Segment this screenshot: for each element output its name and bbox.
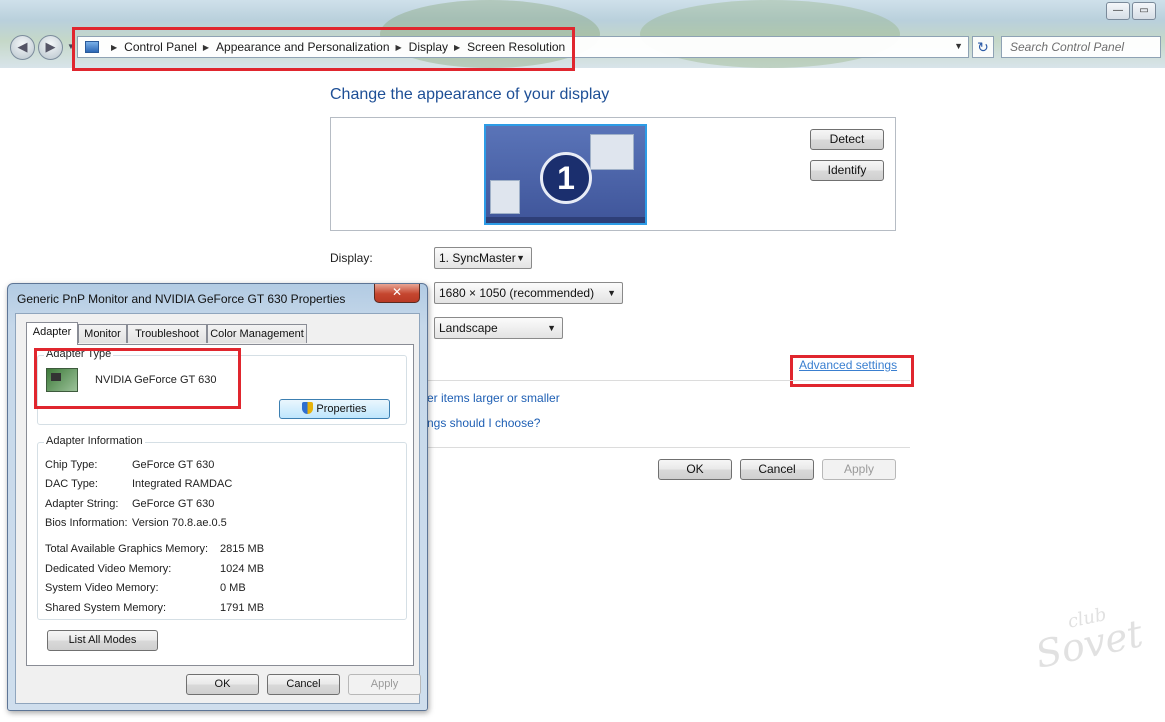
memory-label: Total Available Graphics Memory:: [45, 543, 209, 555]
window-thumbnail: [490, 180, 520, 214]
uac-shield-icon: [302, 402, 314, 414]
breadcrumb-appearance[interactable]: Appearance and Personalization: [216, 40, 389, 54]
forward-arrow-icon: ▶: [45, 39, 56, 54]
tab-color-management[interactable]: Color Management: [207, 324, 307, 343]
adapter-info-title: Adapter Information: [44, 435, 145, 447]
memory-value: 2815 MB: [220, 543, 265, 555]
what-settings-link[interactable]: ngs should I choose?: [427, 416, 540, 430]
info-value: GeForce GT 630: [132, 498, 215, 510]
tab-troubleshoot[interactable]: Troubleshoot: [127, 324, 207, 343]
dialog-cancel-button[interactable]: Cancel: [267, 674, 340, 695]
display-label: Display:: [330, 251, 373, 265]
chevron-down-icon: ▼: [607, 288, 616, 298]
resolution-select-value: 1680 × 1050 (recommended): [439, 286, 595, 300]
breadcrumb: ▶ Control Panel ▶ Appearance and Persona…: [105, 40, 565, 54]
divider: [420, 380, 910, 381]
memory-value: 1024 MB: [220, 563, 265, 575]
monitor-number: 1: [540, 152, 592, 204]
resolution-select[interactable]: 1680 × 1050 (recommended) ▼: [434, 282, 623, 304]
dialog-ok-button[interactable]: OK: [186, 674, 259, 695]
ok-button[interactable]: OK: [658, 459, 732, 480]
orientation-select-value: Landscape: [439, 321, 498, 335]
dialog-close-button[interactable]: ✕: [374, 284, 420, 303]
cancel-button[interactable]: Cancel: [740, 459, 814, 480]
adapter-tab-page: Adapter Type NVIDIA GeForce GT 630 Prope…: [26, 344, 414, 666]
chevron-down-icon: ▼: [547, 323, 556, 333]
chevron-down-icon: ▼: [516, 253, 525, 263]
chevron-right-icon: ▶: [454, 42, 461, 52]
properties-button[interactable]: Properties: [279, 399, 390, 419]
watermark-logo: club Sovet: [1032, 604, 1147, 677]
dialog-body: Adapter Monitor Troubleshoot Color Manag…: [15, 313, 421, 704]
memory-label: Dedicated Video Memory:: [45, 563, 172, 575]
refresh-icon: ↻: [977, 39, 989, 55]
search-input[interactable]: Search Control Panel: [1001, 36, 1161, 58]
dialog-title: Generic PnP Monitor and NVIDIA GeForce G…: [17, 292, 346, 306]
minimize-button[interactable]: —: [1106, 2, 1130, 20]
maximize-button[interactable]: ▭: [1132, 2, 1156, 20]
divider: [420, 447, 910, 448]
display-select[interactable]: 1. SyncMaster ▼: [434, 247, 532, 269]
recent-pages-dropdown[interactable]: ▼: [67, 42, 75, 51]
orientation-select[interactable]: Landscape ▼: [434, 317, 563, 339]
graphics-card-icon: [46, 368, 78, 392]
adapter-name: NVIDIA GeForce GT 630: [95, 374, 217, 386]
control-panel-icon: [85, 41, 99, 53]
monitor-taskbar: [486, 217, 645, 223]
memory-label: System Video Memory:: [45, 582, 159, 594]
adapter-type-title: Adapter Type: [44, 348, 114, 360]
info-label: Chip Type:: [45, 459, 98, 471]
adapter-type-group: Adapter Type NVIDIA GeForce GT 630 Prope…: [37, 348, 407, 425]
tab-monitor[interactable]: Monitor: [78, 324, 127, 343]
list-all-modes-button[interactable]: List All Modes: [47, 630, 158, 651]
back-arrow-icon: ◀: [17, 39, 28, 54]
dialog-apply-button[interactable]: Apply: [348, 674, 421, 695]
back-button[interactable]: ◀: [10, 35, 35, 60]
window-thumbnail: [590, 134, 634, 170]
breadcrumb-display[interactable]: Display: [409, 40, 448, 54]
info-value: Integrated RAMDAC: [132, 478, 233, 490]
identify-button[interactable]: Identify: [810, 160, 884, 181]
make-items-larger-link[interactable]: er items larger or smaller: [427, 391, 560, 405]
tab-adapter[interactable]: Adapter: [26, 322, 78, 345]
apply-button[interactable]: Apply: [822, 459, 896, 480]
chevron-right-icon: ▶: [202, 42, 210, 52]
info-value: GeForce GT 630: [132, 459, 215, 471]
monitor-1-thumbnail[interactable]: 1: [484, 124, 647, 225]
display-select-value: 1. SyncMaster: [439, 251, 516, 265]
adapter-information-group: Adapter Information Chip Type: GeForce G…: [37, 435, 407, 620]
advanced-settings-link[interactable]: Advanced settings: [799, 358, 897, 372]
info-label: Adapter String:: [45, 498, 119, 510]
breadcrumb-screen-resolution[interactable]: Screen Resolution: [467, 40, 565, 54]
properties-button-label: Properties: [316, 403, 367, 415]
detect-button[interactable]: Detect: [810, 129, 884, 150]
page-title: Change the appearance of your display: [330, 86, 610, 103]
memory-value: 0 MB: [220, 582, 246, 594]
adapter-properties-dialog: Generic PnP Monitor and NVIDIA GeForce G…: [7, 283, 428, 711]
chevron-right-icon: ▶: [111, 42, 118, 52]
memory-label: Shared System Memory:: [45, 602, 167, 614]
close-icon: ✕: [391, 285, 403, 299]
forward-button[interactable]: ▶: [38, 35, 63, 60]
chevron-right-icon: ▶: [395, 42, 402, 52]
memory-value: 1791 MB: [220, 602, 265, 614]
info-label: DAC Type:: [45, 478, 98, 490]
breadcrumb-control-panel[interactable]: Control Panel: [124, 40, 197, 54]
refresh-button[interactable]: ↻: [972, 36, 994, 58]
info-label: Bios Information:: [45, 517, 128, 529]
address-bar[interactable]: ▶ Control Panel ▶ Appearance and Persona…: [77, 36, 969, 58]
address-history-dropdown[interactable]: ▼: [954, 41, 963, 51]
info-value: Version 70.8.ae.0.5: [132, 517, 227, 529]
